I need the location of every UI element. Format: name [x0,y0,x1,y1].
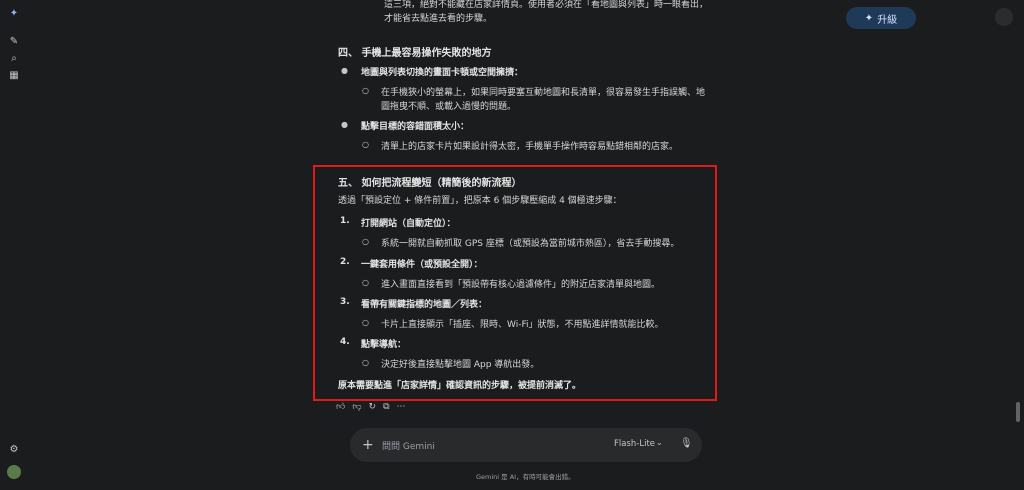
section4-item1-title: 地圖與列表切換的畫面卡頓或空間擁擠： [361,68,524,78]
side-rail: ✦ ✎ ⌕ ▦ ⚙ [0,0,28,490]
circle-bullet-icon: ○ [362,140,369,149]
section4-item1-sub-line2: 圖拖曳不順、或載入過慢的問題。 [381,102,517,112]
new-chat-icon[interactable]: ✎ [8,36,20,48]
model-selector[interactable]: Flash-Lite [614,439,655,449]
gear-icon[interactable]: ⚙ [8,444,20,456]
gemini-logo-icon[interactable]: ✦ [8,8,20,20]
circle-bullet-icon: ○ [362,86,369,95]
bullet-icon: ● [341,66,348,75]
upgrade-button[interactable]: ✦ 升級 [846,7,916,29]
upgrade-label: 升級 [877,14,898,26]
prompt-input-bar[interactable]: + 問問 Gemini Flash-Lite ⌄ 🎙︎ [350,428,702,462]
scrollbar-thumb[interactable] [1016,402,1020,422]
search-icon[interactable]: ⌕ [8,53,20,65]
regenerate-icon[interactable]: ↻ [369,402,377,412]
bullet-icon: ● [341,120,348,129]
thumbs-up-icon[interactable]: 👍︎ [336,402,345,412]
section4-item1-sub-line1: 在手機狹小的螢幕上，如果同時要塞互動地圖和長清單，很容易發生手指誤觸、地 [381,88,706,98]
prompt-input-placeholder[interactable]: 問問 Gemini [382,439,435,452]
intro-line-1: 這三項，絕對不能藏在店家詳情頁。使用者必須在「看地圖與列表」時一眼看出， [384,0,709,10]
thumbs-down-icon[interactable]: 👎︎ [352,402,361,412]
add-icon[interactable]: + [362,436,374,454]
more-options-icon[interactable]: ⋯ [397,402,406,412]
highlight-box [313,165,717,401]
microphone-icon[interactable]: 🎙︎ [680,438,693,449]
disclaimer-text: Gemini 是 AI，有時可能會出錯。 [476,473,575,481]
section4-item2-title: 點擊目標的容錯面積太小： [361,122,470,132]
section4-item2-sub: 清單上的店家卡片如果設計得太密，手機單手操作時容易點錯相鄰的店家。 [381,142,679,152]
apps-grid-icon[interactable]: ▦ [8,70,20,82]
account-avatar[interactable] [995,8,1013,26]
avatar[interactable] [7,465,21,479]
section4-heading: 四、 手機上最容易操作失敗的地方 [338,48,492,59]
sparkle-icon: ✦ [864,12,874,24]
copy-icon[interactable]: ⧉ [383,402,389,412]
chevron-down-icon[interactable]: ⌄ [656,438,663,447]
response-actions: 👍︎ 👎︎ ↻ ⧉ ⋯ [336,402,406,412]
intro-line-2: 才能省去點進去看的步驟。 [384,14,493,24]
